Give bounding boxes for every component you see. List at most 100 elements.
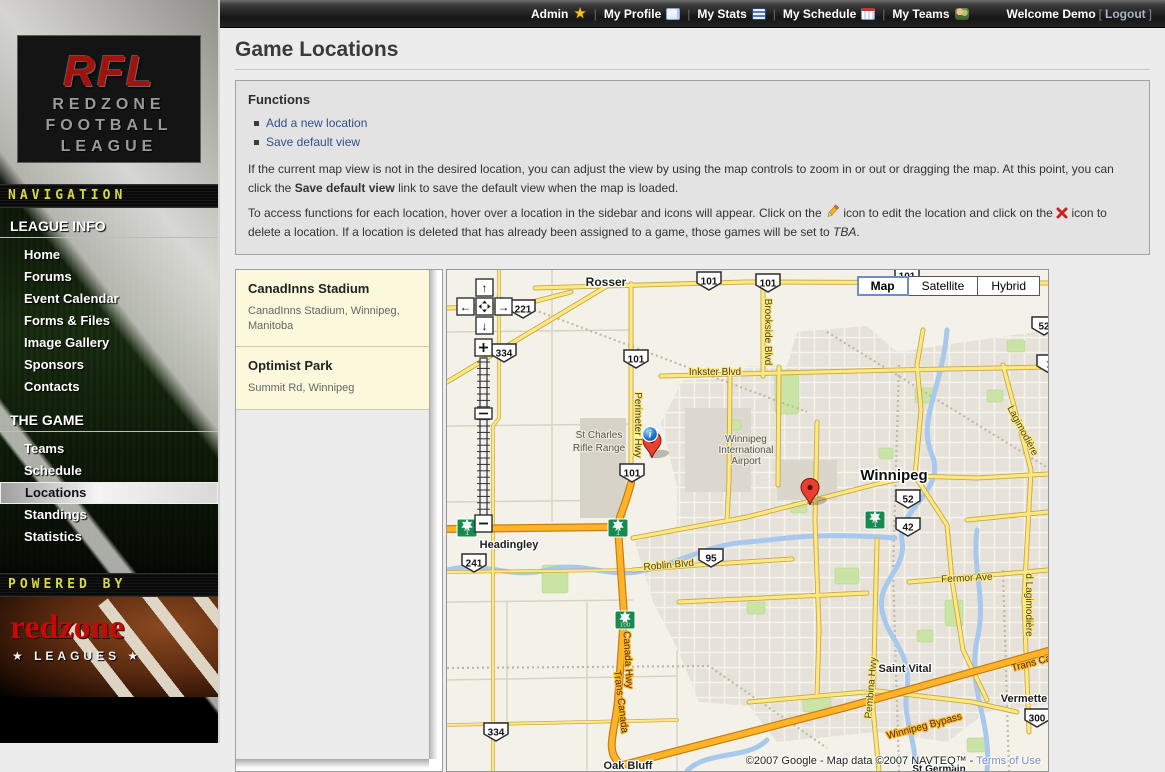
- map-type-map[interactable]: Map: [857, 276, 909, 296]
- svg-text:101: 101: [701, 276, 718, 287]
- text: To access functions for each location, h…: [248, 206, 825, 220]
- top-menu: Admin★|My Profile|My Stats|My Schedule|M…: [531, 7, 969, 21]
- logout-link[interactable]: Logout: [1105, 7, 1146, 21]
- section-title-the-game: THE GAME: [0, 402, 218, 432]
- save-default-view-link[interactable]: Save default view: [266, 135, 360, 149]
- edit-pencil-icon: [825, 204, 840, 219]
- svg-text:1: 1: [873, 519, 878, 528]
- leagues-wordmark: ★ LEAGUES ★: [12, 649, 142, 663]
- svg-text:52: 52: [902, 494, 914, 505]
- menu-my-teams[interactable]: My Teams: [892, 7, 968, 21]
- sidebar-item-forms-files[interactable]: Forms & Files: [0, 310, 218, 332]
- map-label: Rosser: [586, 275, 627, 289]
- location-address: CanadInns Stadium, Winnipeg, Manitoba: [248, 304, 417, 335]
- map-label: Oak Bluff: [604, 760, 653, 771]
- list-item: Add a new location: [252, 114, 1137, 133]
- pan-up-button[interactable]: ↑: [476, 279, 493, 296]
- svg-text:101: 101: [628, 354, 645, 365]
- menu-my-stats[interactable]: My Stats: [697, 7, 765, 21]
- menu-label: My Profile: [604, 7, 661, 21]
- trans-canada-shield: 1: [608, 519, 628, 537]
- sidebar-item-event-calendar[interactable]: Event Calendar: [0, 288, 218, 310]
- pan-right-button[interactable]: →: [495, 298, 512, 315]
- map-canvas[interactable]: RosserHeadingleyWinnipegSaint VitalVerme…: [447, 270, 1048, 771]
- logo-abbr: RFL: [18, 50, 200, 94]
- sidebar-item-image-gallery[interactable]: Image Gallery: [0, 332, 218, 354]
- logo-line: LEAGUE: [18, 136, 200, 157]
- menu-my-schedule[interactable]: My Schedule: [783, 7, 875, 21]
- text: link to save the default view when the m…: [395, 181, 679, 195]
- calculator-icon: [752, 8, 766, 20]
- sidebar-item-statistics[interactable]: Statistics: [0, 526, 218, 548]
- vertical-scrollbar[interactable]: [429, 270, 442, 759]
- trans-canada-shield: 1: [865, 511, 885, 529]
- svg-text:42: 42: [902, 522, 914, 533]
- league-logo: RFL REDZONE FOOTBALL LEAGUE: [17, 35, 201, 163]
- svg-text:1: 1: [1046, 359, 1048, 370]
- svg-text:→: →: [498, 300, 510, 314]
- text: .: [856, 225, 859, 239]
- menu-my-profile[interactable]: My Profile: [604, 7, 680, 21]
- svg-text:101: 101: [624, 468, 641, 479]
- map-label: Perimeter Hwy: [632, 392, 643, 458]
- pan-left-button[interactable]: ←: [457, 298, 474, 315]
- sidebar-item-locations[interactable]: Locations: [0, 482, 218, 504]
- map-label: Saint Vital: [879, 663, 932, 675]
- map-type-hybrid[interactable]: Hybrid: [978, 276, 1040, 296]
- zoom-slider-thumb[interactable]: [475, 408, 492, 419]
- map-type-switcher: MapSatelliteHybrid: [857, 276, 1040, 296]
- sidebar-item-sponsors[interactable]: Sponsors: [0, 354, 218, 376]
- welcome-text: Welcome Demo: [1007, 7, 1096, 21]
- sidebar-item-standings[interactable]: Standings: [0, 504, 218, 526]
- star-icon: ★: [573, 8, 586, 20]
- scrollbar-corner: [429, 759, 442, 771]
- svg-text:↑: ↑: [482, 281, 488, 295]
- horizontal-scrollbar[interactable]: [236, 759, 429, 771]
- sidebar-item-teams[interactable]: Teams: [0, 438, 218, 460]
- italic-text: TBA: [833, 225, 856, 239]
- location-name: CanadInns Stadium: [248, 281, 417, 296]
- page-title: Game Locations: [235, 38, 1150, 70]
- zoom-in-button[interactable]: [475, 339, 492, 356]
- map-panel: RosserHeadingleyWinnipegSaint VitalVerme…: [446, 269, 1049, 772]
- top-bar: Admin★|My Profile|My Stats|My Schedule|M…: [220, 0, 1165, 28]
- instructions-paragraph-1: If the current map view is not in the de…: [248, 160, 1137, 197]
- menu-label: My Stats: [697, 7, 746, 21]
- svg-text:334: 334: [488, 727, 505, 738]
- functions-box: Functions Add a new location Save defaul…: [235, 80, 1150, 255]
- svg-text:300: 300: [1029, 713, 1046, 724]
- marker-info-icon[interactable]: i: [643, 426, 658, 441]
- map-label: Airport: [731, 456, 761, 467]
- sidebar-item-forums[interactable]: Forums: [0, 266, 218, 288]
- separator: |: [882, 7, 885, 21]
- sidebar: RFL REDZONE FOOTBALL LEAGUE NAVIGATION L…: [0, 0, 220, 743]
- bracket: ]: [1149, 7, 1152, 21]
- instructions-paragraph-2: To access functions for each location, h…: [248, 204, 1137, 241]
- menu-label: My Teams: [892, 7, 949, 21]
- redzone-leagues-logo: redzone ★ LEAGUES ★: [0, 597, 218, 697]
- navigation-header: NAVIGATION: [0, 184, 218, 208]
- zoom-out-button[interactable]: [475, 515, 492, 532]
- map-label: St Charles: [576, 430, 623, 441]
- trans-canada-shield: 1: [457, 519, 477, 537]
- pan-down-button[interactable]: ↓: [476, 317, 493, 334]
- pan-center-button[interactable]: [476, 298, 493, 315]
- location-card[interactable]: Optimist ParkSummit Rd, Winnipeg: [236, 347, 429, 409]
- svg-text:334: 334: [496, 348, 513, 359]
- location-card[interactable]: CanadInns Stadium CanadInns Stadium, Winn…: [236, 270, 429, 348]
- text: icon to edit the location and click on t…: [840, 206, 1056, 220]
- map-label: Brookside Blvd: [762, 298, 773, 365]
- menu-admin[interactable]: Admin★: [531, 7, 587, 21]
- section-title-league-info: LEAGUE INFO: [0, 208, 218, 238]
- terms-of-use-link[interactable]: Terms of Use: [976, 755, 1041, 767]
- logo-line: REDZONE: [18, 94, 200, 115]
- locations-sidebar-panel: CanadInns Stadium CanadInns Stadium, Winn…: [235, 269, 443, 772]
- sidebar-item-contacts[interactable]: Contacts: [0, 376, 218, 398]
- sidebar-item-schedule[interactable]: Schedule: [0, 460, 218, 482]
- sidebar-item-home[interactable]: Home: [0, 244, 218, 266]
- powered-by-header: POWERED BY: [0, 573, 218, 597]
- map-type-satellite[interactable]: Satellite: [909, 276, 979, 296]
- people-icon: [955, 8, 969, 20]
- add-location-link[interactable]: Add a new location: [266, 116, 367, 130]
- svg-text:101: 101: [760, 278, 777, 289]
